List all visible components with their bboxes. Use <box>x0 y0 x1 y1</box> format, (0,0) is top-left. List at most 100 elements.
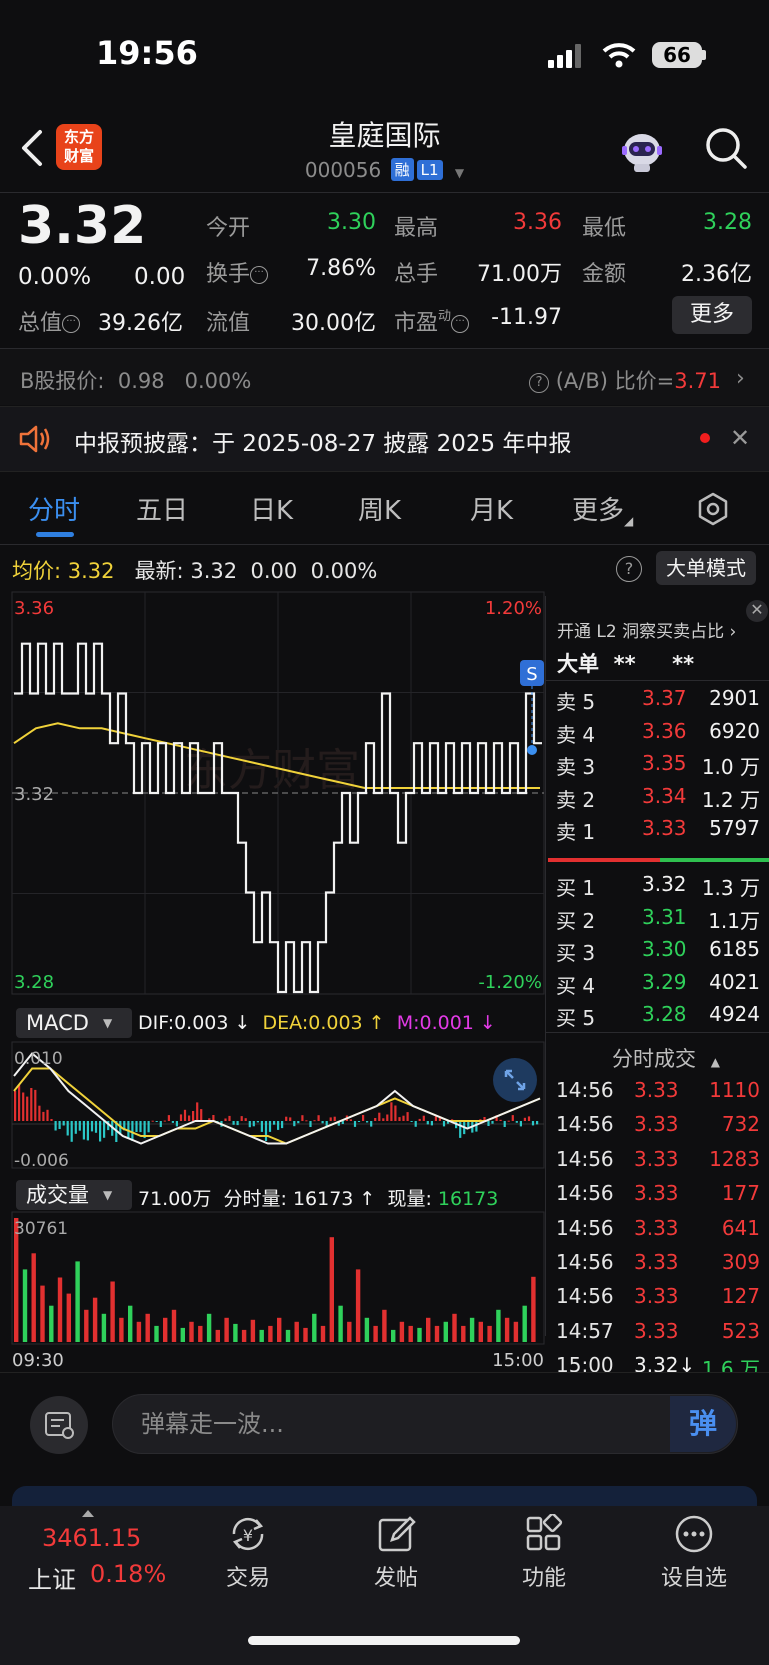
macd-bar <box>503 1121 506 1127</box>
danmu-settings-icon[interactable] <box>30 1396 88 1454</box>
level-tag: L1 <box>416 160 443 180</box>
bid-row[interactable]: 买 2 3.31 1.1万 <box>556 905 760 937</box>
macd-bar <box>333 1116 336 1121</box>
volume-bar <box>224 1317 229 1342</box>
big-order-mode-button[interactable]: 大单模式 <box>656 551 756 585</box>
ask-row[interactable]: 卖 1 3.33 5797 <box>556 816 760 848</box>
gear-icon[interactable] <box>696 492 730 526</box>
total-value: 39.26亿 <box>98 311 183 336</box>
ask-row[interactable]: 卖 3 3.35 1.0 万 <box>556 751 760 783</box>
trade-time: 14:56 <box>556 1112 614 1137</box>
volume-bar <box>303 1327 308 1342</box>
index-name[interactable]: 上证 <box>28 1560 76 1595</box>
info-dots-icon[interactable]: ··· <box>451 315 470 333</box>
macd-bar <box>382 1118 385 1121</box>
tab-monthly-k[interactable]: 月K <box>470 490 513 527</box>
close-icon[interactable]: ✕ <box>730 424 750 452</box>
search-icon[interactable] <box>704 126 748 170</box>
ask-row[interactable]: 卖 5 3.37 2901 <box>556 686 760 718</box>
ask-level: 卖 3 <box>556 755 596 779</box>
macd-selector[interactable]: MACD ▼ <box>16 1008 132 1038</box>
nav-watchlist[interactable]: 设自选 <box>644 1514 744 1592</box>
trades-header[interactable]: 分时成交 ▲ <box>612 1043 720 1073</box>
latest-label: 最新: <box>134 559 184 583</box>
macd-bar <box>329 1117 332 1121</box>
macd-bar <box>236 1121 239 1126</box>
tab-five-day[interactable]: 五日 <box>136 490 188 527</box>
robot-assistant-icon[interactable] <box>618 126 666 174</box>
volume-now-value: 16173 <box>437 1188 499 1210</box>
chevron-right-icon[interactable]: › <box>736 366 745 391</box>
macd-bar <box>58 1121 61 1129</box>
bid-row[interactable]: 买 5 3.28 4924 <box>556 1002 760 1034</box>
nav-post[interactable]: 发帖 <box>346 1514 446 1592</box>
macd-bar <box>515 1121 518 1123</box>
info-dots-icon[interactable]: ··· <box>250 266 269 284</box>
ask-row[interactable]: 卖 4 3.36 6920 <box>556 719 760 751</box>
help-icon[interactable]: ? <box>616 556 642 582</box>
bid-row[interactable]: 买 3 3.30 6185 <box>556 937 760 969</box>
trade-row: 14:56 3.33 177 <box>556 1181 760 1215</box>
macd-bar <box>467 1121 470 1128</box>
macd-bar <box>264 1121 268 1141</box>
tab-more[interactable]: 更多◢ <box>572 490 633 528</box>
info-dots-icon[interactable]: ··· <box>62 315 81 333</box>
macd-bar <box>301 1115 304 1121</box>
trade-price: 3.33 <box>634 1078 679 1102</box>
volume-selector[interactable]: 成交量 ▼ <box>16 1180 132 1210</box>
tab-daily-k[interactable]: 日K <box>250 490 293 527</box>
svg-text:¥: ¥ <box>243 1526 253 1545</box>
index-value[interactable]: 3461.15 <box>42 1524 141 1552</box>
bid-row[interactable]: 买 1 3.32 1.3 万 <box>556 872 760 904</box>
nav-trade[interactable]: ¥ 交易 <box>198 1514 298 1592</box>
expand-up-icon[interactable] <box>82 1510 94 1517</box>
macd-bar <box>94 1121 98 1133</box>
macd-bar <box>232 1121 235 1125</box>
close-icon[interactable]: ✕ <box>746 600 768 622</box>
ask-price: 3.35 <box>642 751 687 775</box>
bid-row[interactable]: 买 4 3.29 4021 <box>556 970 760 1002</box>
macd-bar <box>357 1121 361 1122</box>
trade-row: 14:56 3.33 732 <box>556 1112 760 1146</box>
macd-bar <box>268 1121 272 1132</box>
tab-fenshi[interactable]: 分时 <box>28 490 80 527</box>
trade-row: 14:56 3.33 309 <box>556 1250 760 1284</box>
nav-functions[interactable]: 功能 <box>494 1514 594 1592</box>
volume-bar <box>250 1319 256 1342</box>
bid-volume: 4021 <box>709 969 760 994</box>
volume-bar <box>364 1317 370 1342</box>
volume-bar <box>31 1253 36 1342</box>
index-pct[interactable]: 0.18% <box>90 1560 166 1588</box>
macd-bar <box>66 1121 69 1136</box>
intraday-chart[interactable]: 东方财富 S 3.36 3.32 3.28 1.20% -1.20% 0.010… <box>0 590 545 1372</box>
notice-text[interactable]: 中报预披露：于 2025-08-27 披露 2025 年中报 <box>74 424 571 458</box>
macd-bar <box>74 1121 77 1134</box>
tab-weekly-k[interactable]: 周K <box>358 490 401 527</box>
macd-bar <box>192 1111 195 1121</box>
danmu-input[interactable]: 弹幕走一波... <box>112 1394 738 1454</box>
expand-icon-bg[interactable] <box>493 1058 537 1102</box>
trade-volume: 1110 <box>709 1078 760 1102</box>
volume-bar <box>233 1323 238 1342</box>
volume-bar <box>163 1317 168 1342</box>
macd-bar <box>240 1116 243 1121</box>
macd-bar <box>422 1115 425 1121</box>
macd-bar <box>277 1121 280 1130</box>
macd-bar <box>38 1105 41 1121</box>
ask-row[interactable]: 卖 2 3.34 1.2 万 <box>556 784 760 816</box>
macd-bar <box>519 1121 522 1127</box>
bid-level: 买 1 <box>556 876 596 900</box>
macd-dif-value: DIF:0.003 ↓ <box>138 1012 251 1034</box>
macd-bar <box>430 1121 433 1126</box>
volume-total: 71.00万 <box>138 1188 212 1210</box>
volume-bar <box>92 1297 98 1342</box>
ab-ratio[interactable]: ? (A/B) 比价=3.71 <box>529 365 721 395</box>
macd-bar <box>536 1121 539 1125</box>
macd-bar <box>374 1118 377 1121</box>
macd-bar <box>256 1121 259 1123</box>
more-button[interactable]: 更多 <box>672 296 752 334</box>
ask-level: 卖 2 <box>556 787 596 812</box>
b-share-quote[interactable]: B股报价: 0.98 0.00% <box>20 365 251 395</box>
danmu-send-button[interactable]: 弹 <box>670 1396 736 1452</box>
l2-promo-link[interactable]: 开通 L2 洞察买卖占比 › <box>557 617 736 642</box>
